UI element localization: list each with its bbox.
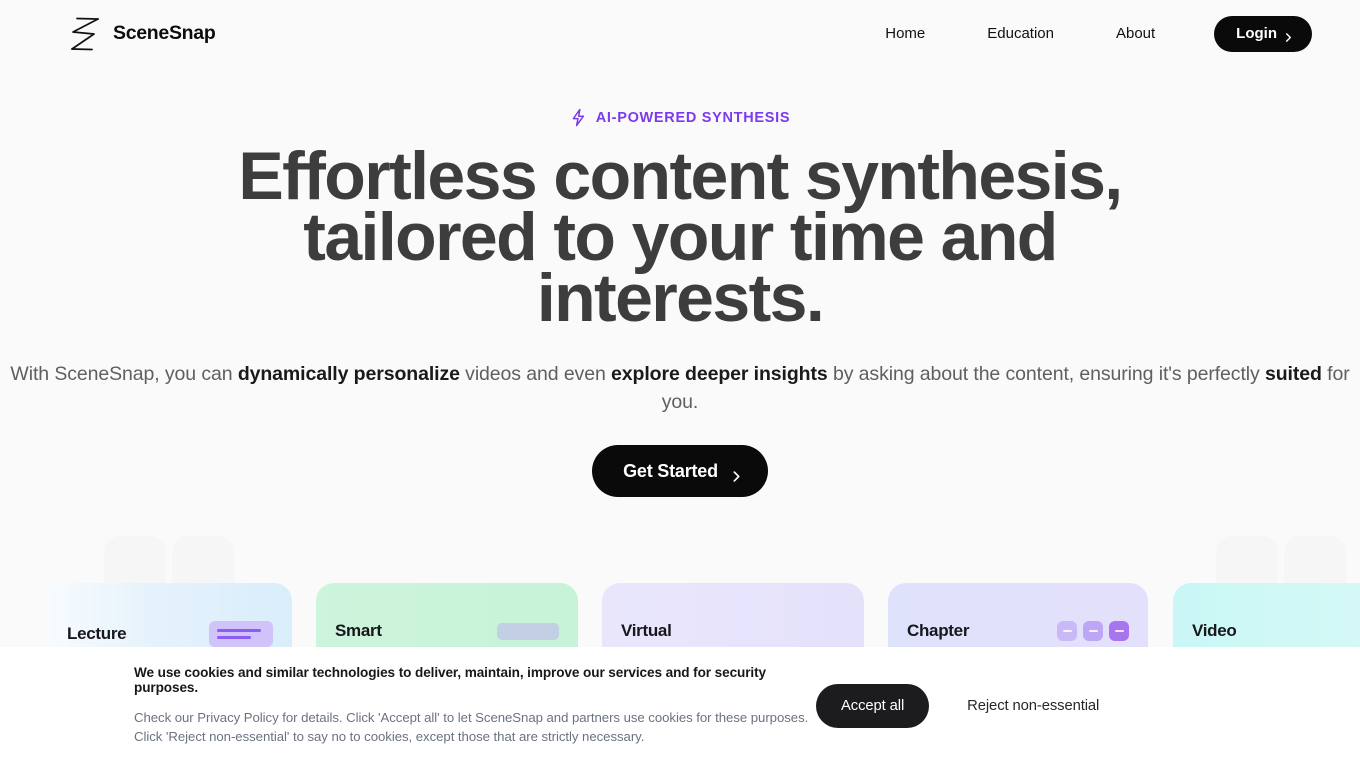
background-ghost-shapes (0, 536, 1360, 588)
subtitle-part-1: With SceneSnap, you can (10, 363, 238, 385)
site-header: SceneSnap Home Education About Login (0, 0, 1360, 67)
ghost-shape-4 (1284, 536, 1346, 588)
cookie-heading: We use cookies and similar technologies … (134, 664, 766, 695)
ghost-shape-3 (1216, 536, 1278, 588)
cookie-text-block: We use cookies and similar technologies … (0, 665, 810, 747)
nav-link-education[interactable]: Education (956, 25, 1085, 42)
feature-card-title: Chapter (907, 621, 970, 640)
lightning-bolt-icon (570, 108, 587, 127)
nav-link-home[interactable]: Home (854, 25, 956, 42)
cookie-detail-line-2: Click 'Reject non-essential' to say no t… (134, 729, 645, 744)
cookie-actions: Accept all Reject non-essential (816, 683, 1099, 728)
hero-badge: AI-POWERED SYNTHESIS (0, 108, 1360, 127)
chevron-right-icon (731, 466, 742, 482)
get-started-label: Get Started (623, 460, 718, 481)
cta-row: Get Started (0, 445, 1360, 497)
get-started-button[interactable]: Get Started (592, 445, 768, 497)
ghost-shape-2 (172, 536, 234, 588)
brand-logo-group[interactable]: SceneSnap (68, 16, 216, 52)
login-button[interactable]: Login (1214, 15, 1312, 52)
ghost-shape-1 (104, 536, 166, 588)
subtitle-part-2: videos and even (459, 363, 612, 385)
scenesnap-zigzag-logo-icon (68, 16, 102, 52)
chevron-right-icon (1284, 29, 1293, 42)
hero-section: AI-POWERED SYNTHESIS Effortless content … (0, 67, 1360, 497)
page-title: Effortless content synthesis, tailored t… (238, 138, 1123, 336)
subtitle-part-3: by asking about the content, ensuring it… (827, 363, 1265, 385)
hero-subtitle: With SceneSnap, you can dynamically pers… (0, 360, 1360, 416)
subtitle-bold-1: dynamically personalize (237, 363, 460, 385)
cookie-detail-line-1: Check our Privacy Policy for details. Cl… (134, 709, 809, 725)
text-lines-icon (209, 621, 273, 647)
hero-badge-label: AI-POWERED SYNTHESIS (595, 109, 791, 126)
bar-icon (497, 622, 559, 640)
cookie-consent-banner: We use cookies and similar technologies … (0, 647, 1360, 764)
login-button-label: Login (1236, 25, 1277, 42)
accept-all-button[interactable]: Accept all (816, 683, 930, 728)
nav-link-about[interactable]: About (1085, 25, 1186, 42)
chips-icon (1057, 621, 1129, 641)
reject-non-essential-button[interactable]: Reject non-essential (967, 698, 1099, 714)
subtitle-bold-2: explore deeper insights (611, 363, 828, 385)
feature-card-title: Smart (335, 621, 382, 640)
brand-name: SceneSnap (113, 22, 216, 44)
feature-card-title: Video (1192, 621, 1237, 640)
feature-card-title: Virtual (621, 621, 672, 640)
subtitle-bold-3: suited (1264, 363, 1322, 385)
main-nav: Home Education About Login (854, 15, 1312, 52)
feature-card-title: Lecture (67, 624, 127, 643)
